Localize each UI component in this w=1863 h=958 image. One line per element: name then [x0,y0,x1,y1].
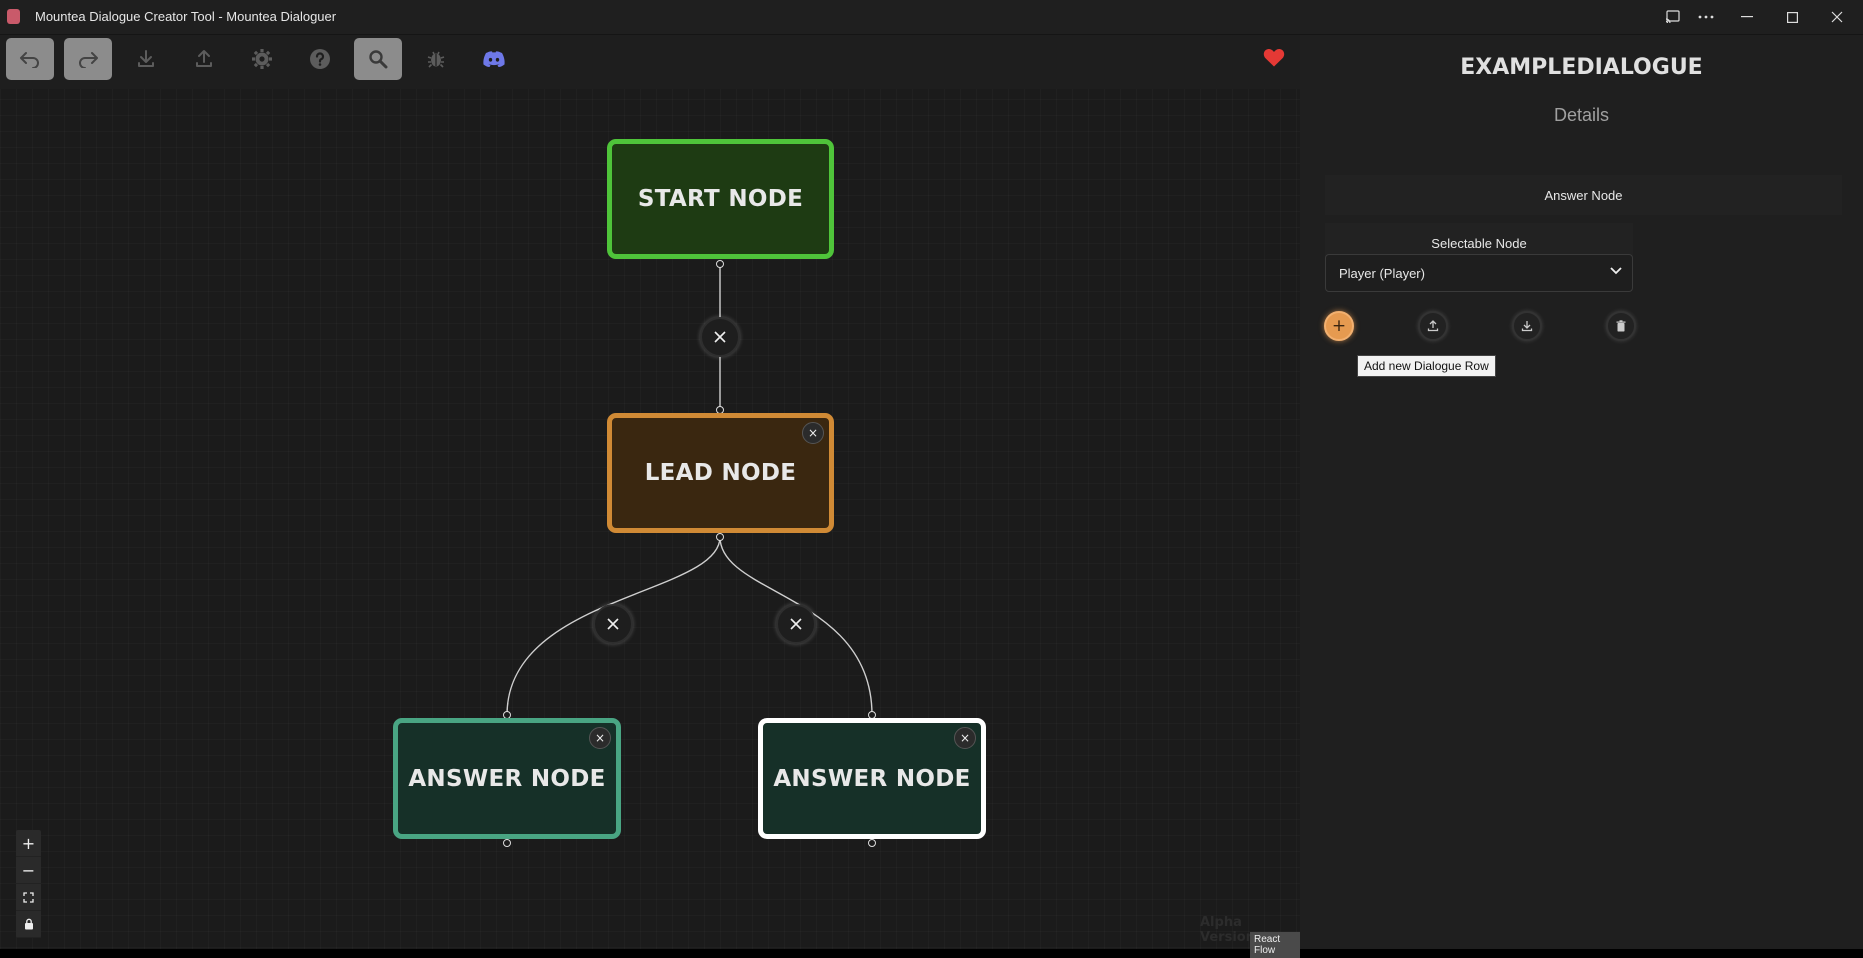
close-icon: × [959,731,971,745]
window-titlebar: Mountea Dialogue Creator Tool - Mountea … [0,0,1863,35]
lock-button[interactable] [16,911,41,938]
bug-icon [427,51,445,68]
download-icon [1521,321,1533,332]
participant-select[interactable]: Player (Player) [1325,254,1633,292]
upload-icon [1427,320,1439,332]
start-node[interactable]: START NODE [607,139,834,259]
start-node-label: START NODE [637,186,804,212]
details-panel: EXAMPLEDIALOGUE Details [1300,35,1863,949]
search-button[interactable] [354,38,402,80]
lead-node-source-handle[interactable] [716,533,724,541]
node-type-field: Answer Node [1325,175,1842,215]
trash-icon [1616,320,1626,332]
heart-icon[interactable] [1263,48,1285,71]
close-icon [607,618,619,630]
edge-delete-button-lead-answer-right[interactable] [776,604,816,644]
download-button[interactable] [122,38,170,80]
app-icon [7,9,20,24]
lead-node-label: LEAD NODE [644,460,797,486]
close-window-button[interactable] [1815,0,1859,34]
edge-delete-button-start-lead[interactable] [700,317,740,357]
lock-icon [24,918,33,930]
discord-button[interactable] [470,38,518,80]
undo-button[interactable] [6,38,54,80]
answer-node-right-label: ANSWER NODE [773,765,971,792]
details-subtitle: Details [1553,105,1610,125]
upload-button[interactable] [180,38,228,80]
flow-canvas[interactable]: START NODE LEAD NODE × ANSWER NODE × ANS… [0,35,1300,958]
search-icon [369,50,388,69]
zoom-in-button[interactable]: + [16,830,41,857]
react-flow-attribution[interactable]: React Flow [1250,932,1300,958]
add-dialogue-row-button[interactable]: + [1324,311,1354,341]
close-icon [790,618,802,630]
plus-icon: + [1331,315,1347,336]
toolbar [0,35,1300,89]
more-options-icon[interactable] [1684,0,1728,34]
answer-node-left[interactable]: ANSWER NODE × [393,718,621,839]
help-icon [310,49,330,69]
download-rows-button[interactable] [1512,311,1542,341]
lead-node[interactable]: LEAD NODE × [607,413,834,533]
undo-icon [20,52,39,68]
upload-icon [196,50,212,67]
close-icon: × [807,426,819,440]
answer-node-right-source-handle[interactable] [868,839,876,847]
fit-view-button[interactable] [16,884,41,911]
debug-button[interactable] [412,38,460,80]
answer-node-left-delete-button[interactable]: × [589,727,611,749]
answer-node-left-label: ANSWER NODE [408,765,606,792]
dialogue-name: EXAMPLEDIALOGUE [1460,55,1703,80]
help-button[interactable] [296,38,344,80]
close-icon [714,331,726,343]
lead-node-delete-button[interactable]: × [802,422,824,444]
edge-delete-button-lead-answer-left[interactable] [593,604,633,644]
gear-icon [252,49,272,69]
discord-icon [483,51,505,67]
upload-rows-button[interactable] [1418,311,1448,341]
zoom-controls: + − [16,830,41,938]
app-root: START NODE LEAD NODE × ANSWER NODE × ANS… [0,35,1863,958]
answer-node-right[interactable]: ANSWER NODE × [758,718,986,839]
redo-icon [79,52,98,68]
minimize-button[interactable] [1725,0,1769,34]
download-icon [138,50,154,67]
zoom-out-button[interactable]: − [16,857,41,884]
start-node-source-handle[interactable] [716,260,724,268]
fit-view-icon [23,891,34,903]
participant-select-value: Player (Player) [1339,265,1425,281]
close-icon: × [594,731,606,745]
plus-icon: + [21,833,36,853]
maximize-button[interactable] [1770,0,1814,34]
chevron-down-icon [1610,267,1622,275]
add-row-tooltip: Add new Dialogue Row [1357,355,1496,377]
answer-node-right-delete-button[interactable]: × [954,727,976,749]
redo-button[interactable] [64,38,112,80]
answer-node-left-source-handle[interactable] [503,839,511,847]
delete-rows-button[interactable] [1606,311,1636,341]
minus-icon: − [21,860,36,880]
settings-button[interactable] [238,38,286,80]
window-title: Mountea Dialogue Creator Tool - Mountea … [35,9,337,24]
